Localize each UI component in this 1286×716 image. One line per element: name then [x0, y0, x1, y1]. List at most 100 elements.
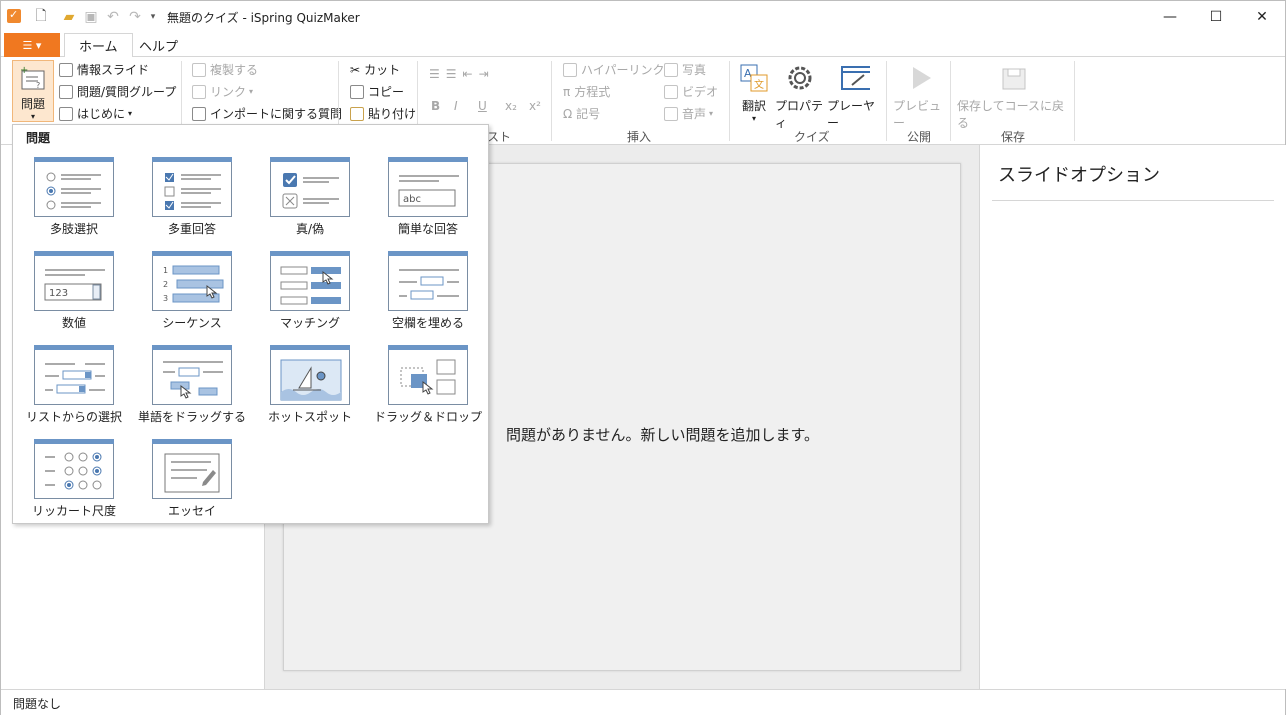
player-label: プレーヤー [827, 99, 876, 130]
photo-label: 写真 [682, 63, 707, 77]
ribbon-tabs: ☰ ▾ ホーム ヘルプ [1, 33, 1285, 58]
audio-button[interactable]: 音声 ▾ [664, 105, 713, 122]
paste-button[interactable]: 貼り付け [350, 105, 416, 122]
svg-text:文: 文 [754, 78, 764, 91]
question-type-label: リッカート尺度 [31, 504, 116, 518]
redo-icon[interactable]: ↷ [125, 7, 145, 27]
copy-icon [350, 84, 364, 99]
save-icon[interactable]: ▣ [81, 7, 101, 27]
hyperlink-label: ハイパーリンク [581, 63, 665, 77]
question-type-short-answer[interactable]: abc 簡単な回答 [378, 157, 478, 245]
question-type-likert-scale[interactable]: リッカート尺度 [24, 439, 124, 527]
question-type-sequence[interactable]: 1 2 3 シーケンス [142, 251, 242, 339]
equation-button[interactable]: π 方程式 [563, 83, 610, 100]
list-format-icons[interactable]: ☰☰⇤⇥ [429, 67, 495, 81]
audio-label: 音声 [682, 107, 707, 121]
tab-help[interactable]: ヘルプ [125, 33, 192, 58]
question-button[interactable]: ? + 問題 ▾ [12, 60, 54, 122]
text-group-label: スト [487, 130, 512, 144]
question-type-dropdown: 問題 多肢選択 多重回答 真/偽 abc 簡単な回答 123 数値 1 2 3 … [12, 124, 489, 524]
question-button-label: 問題 [20, 97, 45, 111]
question-type-multiple-choice[interactable]: 多肢選択 [24, 157, 124, 245]
question-group-label: 問題/質問グループ [77, 85, 177, 99]
slide-options-panel: スライドオプション [979, 145, 1286, 689]
player-icon [841, 66, 870, 90]
superscript-button[interactable]: x² [529, 99, 541, 113]
symbol-button[interactable]: Ω 記号 [563, 105, 600, 122]
question-type-fill-in-blank[interactable]: 空欄を埋める [378, 251, 478, 339]
question-type-multiple-response[interactable]: 多重回答 [142, 157, 242, 245]
question-type-label: 簡単な回答 [397, 222, 458, 236]
ribbon-separator [729, 61, 730, 141]
video-button[interactable]: ビデオ [664, 83, 718, 100]
undo-icon[interactable]: ↶ [103, 7, 123, 27]
import-questions-button[interactable]: インポートに関する質問 [192, 105, 342, 122]
link-button[interactable]: リンク ▾ [192, 83, 253, 100]
svg-text:+: + [20, 65, 28, 76]
symbol-label: 記号 [576, 107, 601, 121]
photo-icon [664, 62, 678, 77]
video-icon [664, 84, 678, 99]
bold-button[interactable]: B [431, 99, 440, 113]
question-type-matching[interactable]: マッチング [260, 251, 360, 339]
question-type-drag-words[interactable]: 単語をドラッグする [138, 345, 246, 433]
numeric-sample: 123 [49, 288, 68, 299]
question-type-hotspot[interactable]: ホットスポット [260, 345, 360, 433]
question-group-icon [59, 84, 73, 99]
underline-button[interactable]: U [478, 99, 487, 113]
hyperlink-button[interactable]: ハイパーリンク [563, 61, 665, 78]
question-type-label: リストからの選択 [25, 410, 122, 424]
likert-scale-icon [34, 439, 114, 499]
intro-button[interactable]: はじめに ▾ [59, 105, 132, 122]
duplicate-button[interactable]: 複製する [192, 61, 258, 78]
svg-text:?: ? [36, 81, 40, 90]
subscript-button[interactable]: x₂ [505, 99, 517, 113]
cut-button[interactable]: ✂ カット [350, 61, 400, 78]
app-window: 🗋 ▰ ▣ ↶ ↷ ▾ 無題のクイズ - iSpring QuizMaker —… [0, 0, 1286, 716]
copy-button[interactable]: コピー [350, 83, 404, 100]
question-type-true-false[interactable]: 真/偽 [260, 157, 360, 245]
italic-button[interactable]: I [454, 99, 458, 113]
player-button[interactable]: プレーヤー [827, 63, 883, 131]
preview-button[interactable]: プレビュー [893, 63, 947, 131]
save-return-icon [1002, 68, 1026, 90]
ribbon-separator [950, 61, 951, 141]
question-type-drag-and-drop[interactable]: ドラッグ＆ドロップ [374, 345, 482, 433]
properties-button[interactable]: プロパティ [775, 63, 825, 131]
save-return-button[interactable]: 保存してコースに戻る [957, 63, 1071, 131]
question-type-essay[interactable]: エッセイ [142, 439, 242, 527]
file-menu-button[interactable]: ☰ ▾ [4, 33, 60, 57]
select-from-list-icon [34, 345, 114, 405]
quick-access-dropdown-icon[interactable]: ▾ [143, 7, 163, 27]
question-group-button[interactable]: 問題/質問グループ [59, 83, 176, 100]
question-type-numeric[interactable]: 123 数値 [24, 251, 124, 339]
translate-icon: A 文 [740, 64, 768, 92]
gear-icon [788, 66, 812, 90]
divider [992, 200, 1274, 201]
import-questions-label: インポートに関する質問 [210, 107, 343, 121]
quiz-group-label: クイズ [794, 130, 830, 144]
question-type-select-from-list[interactable]: リストからの選択 [24, 345, 124, 433]
question-type-label: マッチング [279, 316, 340, 330]
open-folder-icon[interactable]: ▰ [59, 7, 79, 27]
publish-group-label: 公開 [907, 130, 932, 144]
link-icon [192, 84, 206, 99]
essay-icon [152, 439, 232, 499]
maximize-button[interactable]: ☐ [1193, 1, 1239, 33]
matching-icon [270, 251, 350, 311]
close-button[interactable]: ✕ [1239, 1, 1285, 33]
photo-button[interactable]: 写真 [664, 61, 706, 78]
tab-home[interactable]: ホーム [64, 33, 133, 58]
translate-button[interactable]: A 文 翻訳 ▾ [737, 63, 771, 123]
save-return-label: 保存してコースに戻る [957, 99, 1065, 130]
new-file-icon[interactable]: 🗋 [31, 7, 51, 27]
translate-label: 翻訳 [741, 99, 766, 113]
minimize-button[interactable]: — [1147, 1, 1193, 33]
cut-label: カット [364, 63, 401, 77]
drag-and-drop-icon [388, 345, 468, 405]
multiple-response-icon [152, 157, 232, 217]
svg-text:3: 3 [163, 294, 168, 303]
info-slide-button[interactable]: 情報スライド [59, 61, 149, 78]
copy-label: コピー [368, 85, 405, 99]
question-type-label: ホットスポット [267, 410, 352, 424]
